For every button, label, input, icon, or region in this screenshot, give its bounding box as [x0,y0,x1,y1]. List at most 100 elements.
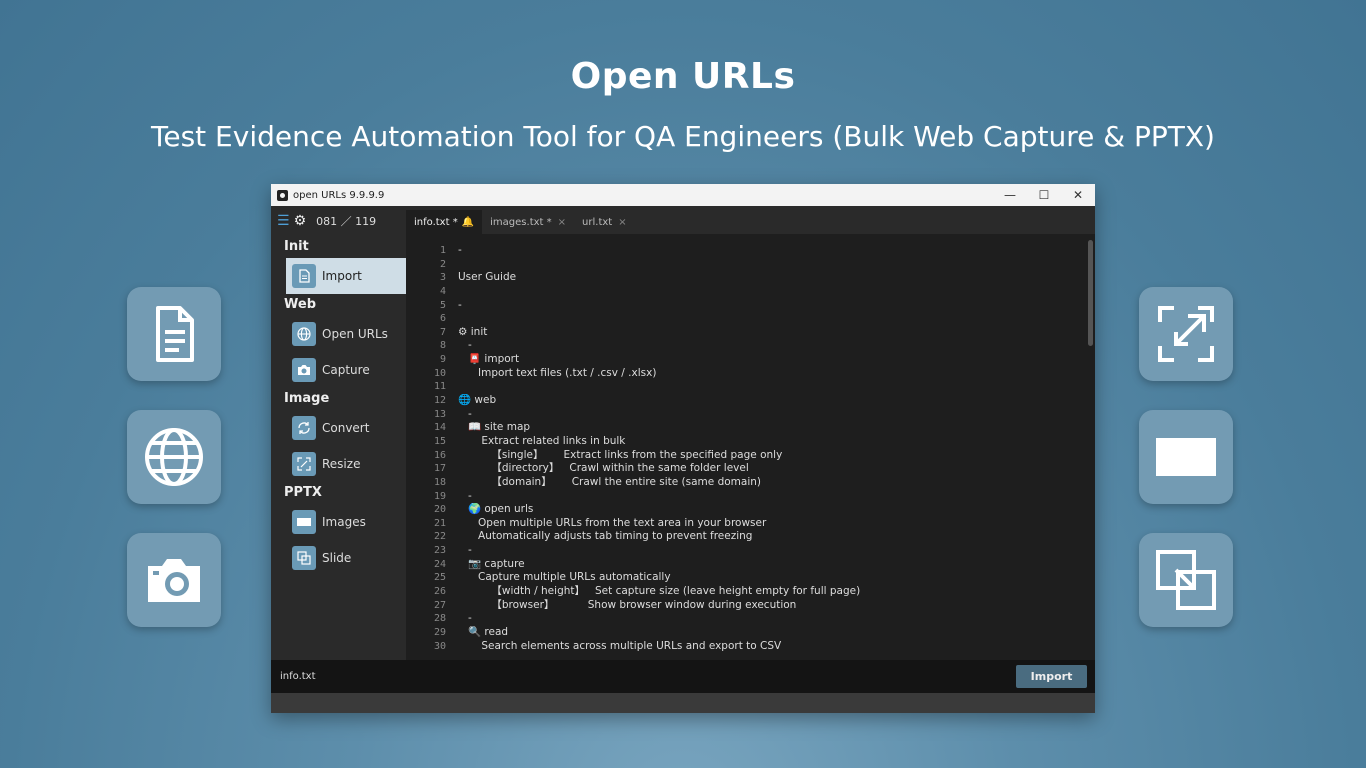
code-area[interactable]: - User Guide - ⚙ init - 📮 import Import tex… [458,244,1078,653]
close-tab-icon[interactable]: × [558,217,566,228]
line-number: 2 [439,258,446,270]
line-number: 22 [433,531,446,543]
line-number: 23 [433,545,446,557]
code-line: 【browser】 Show browser window during exe… [458,598,797,611]
sidebar-item-label: Open URLs [322,327,388,341]
tab-images-txt[interactable]: images.txt * × [482,210,574,234]
line-number: 21 [433,517,446,529]
code-line: - [458,612,472,625]
minimize-button[interactable]: — [993,188,1027,202]
sidebar-toolbar: ☰ ⚙ 081 ／ 119 [271,206,406,236]
line-number: 26 [433,586,446,598]
line-number: 18 [433,476,446,488]
sidebar-item-slide[interactable]: Slide [271,540,406,576]
hero-title: Open URLs [570,56,796,97]
code-line: 🔍 read [458,625,509,638]
section-label-image: Image [284,391,330,406]
text-editor[interactable]: 1 2 3 4 5 6 7 8 9 10 11 12 13 14 15 16 17 18 19 20 21 22 23 24 2… [406,234,1095,660]
line-number: 19 [433,490,446,502]
section-label-web: Web [284,297,316,312]
editor-tabs: info.txt * 🔔 images.txt * × url.txt × [406,206,1095,234]
camera-icon [292,358,316,382]
sidebar-item-import[interactable]: Import [286,258,406,294]
line-number: 15 [433,435,446,447]
gear-icon[interactable]: ⚙ [294,213,307,229]
line-number: 8 [439,340,446,352]
maximize-button[interactable]: ☐ [1027,188,1061,202]
globe-icon [145,428,203,486]
sidebar-item-label: Convert [322,421,370,435]
editor-scrollbar[interactable] [1088,240,1093,346]
close-tab-icon[interactable]: × [618,217,626,228]
feature-tile-images [1139,410,1233,504]
sidebar-item-convert[interactable]: Convert [271,410,406,446]
sidebar-item-capture[interactable]: Capture [271,352,406,388]
line-number: 10 [433,367,446,379]
resize-icon [1158,306,1214,362]
section-label-pptx: PPTX [284,485,322,500]
line-number: 11 [433,381,446,393]
line-number: 16 [433,449,446,461]
line-number: 27 [433,599,446,611]
tab-url-txt[interactable]: url.txt × [574,210,635,234]
hamburger-menu-icon[interactable]: ☰ [277,213,290,229]
tab-info-txt[interactable]: info.txt * 🔔 [406,210,483,234]
status-bar: info.txt Import [271,660,1095,693]
sidebar-item-images[interactable]: Images [271,504,406,540]
bottom-strip [271,693,1095,713]
feature-tile-slide [1139,533,1233,627]
tab-label: info.txt * [414,216,458,228]
globe-icon [292,322,316,346]
code-line: ⚙ init [458,325,488,338]
code-line: 📖 site map [458,421,531,434]
code-line: Search elements across multiple URLs and… [458,639,782,652]
item-counter: 081 ／ 119 [316,215,377,228]
window-title: open URLs 9.9.9.9 [293,189,385,201]
sidebar-item-label: Images [322,515,366,529]
line-number: 20 [433,504,446,516]
line-number: 12 [433,395,446,407]
line-number-gutter: 1 2 3 4 5 6 7 8 9 10 11 12 13 14 15 16 17 18 19 20 21 22 23 24 2… [406,244,446,653]
code-line: 【directory】 Crawl within the same folder… [458,462,749,475]
code-line: Automatically adjusts tab timing to prev… [458,530,753,543]
code-line: - [458,544,472,557]
sidebar-item-label: Resize [322,457,361,471]
camera-icon [148,559,200,602]
line-number: 1 [439,245,446,256]
code-line: Capture multiple URLs automatically [458,571,671,584]
title-bar: open URLs 9.9.9.9 — ☐ ✕ [271,184,1095,206]
line-number: 25 [433,572,446,584]
sidebar-item-resize[interactable]: Resize [271,446,406,482]
slide-icon [292,546,316,570]
line-number: 17 [433,463,446,475]
line-number: 9 [439,354,446,366]
app-logo-icon [277,189,288,201]
feature-tile-capture [127,533,221,627]
tab-label: images.txt * [490,216,552,228]
sidebar-item-open-urls[interactable]: Open URLs [271,316,406,352]
code-line: 【single】 Extract links from the specifie… [458,448,783,461]
code-line: 【width / height】 Set capture size (leave… [458,585,861,598]
tab-label: url.txt [582,216,613,228]
line-number: 3 [439,272,446,284]
code-line: - [458,407,472,420]
code-line: - [458,339,472,352]
import-button[interactable]: Import [1016,665,1087,688]
code-line: Import text files (.txt / .csv / .xlsx) [458,366,657,379]
hero-subtitle: Test Evidence Automation Tool for QA Eng… [151,120,1215,153]
section-label-init: Init [284,239,309,254]
code-line: Extract related links in bulk [458,434,626,447]
code-line: 📮 import [458,353,520,366]
image-icon [1156,438,1216,476]
line-number: 28 [433,613,446,625]
close-button[interactable]: ✕ [1061,188,1095,202]
current-file-label: info.txt [280,671,316,682]
line-number: 6 [439,313,446,325]
code-line: User Guide [458,271,517,284]
code-line: - [458,244,462,256]
line-number: 13 [433,408,446,420]
feature-tile-web [127,410,221,504]
